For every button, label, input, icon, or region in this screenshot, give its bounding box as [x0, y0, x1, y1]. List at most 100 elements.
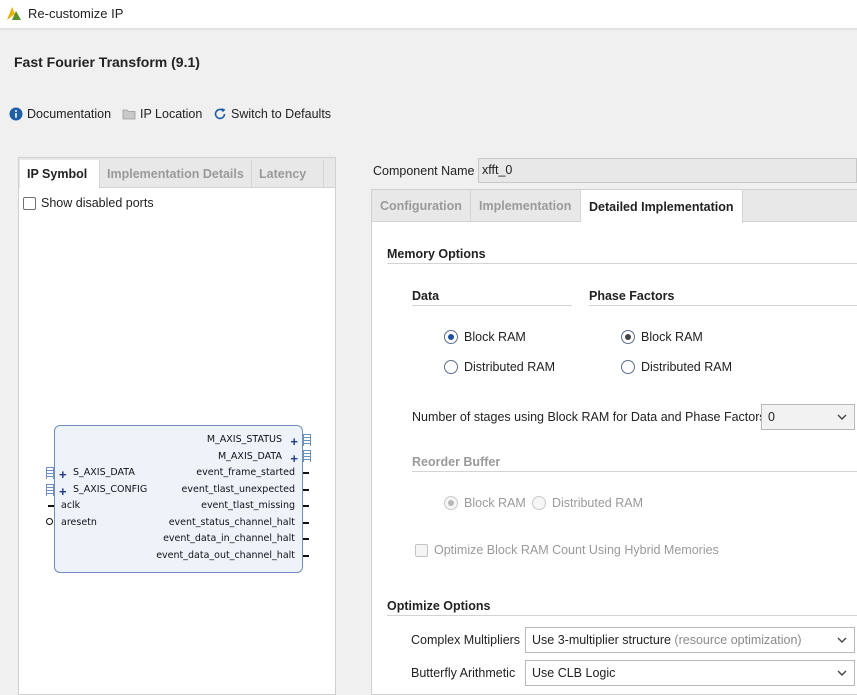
tab-implementation[interactable]: Implementation: [471, 190, 581, 222]
documentation-button[interactable]: Documentation: [9, 105, 111, 123]
ip-heading: Fast Fourier Transform (9.1): [14, 54, 200, 70]
radio-label: Block RAM: [464, 330, 526, 344]
ip-symbol-block: M_AXIS_STATUS + M_AXIS_DATA + event_fram…: [54, 425, 303, 573]
port-event-data-out-channel-halt: event_data_out_channel_halt: [156, 550, 295, 561]
switch-defaults-label: Switch to Defaults: [231, 107, 332, 121]
radio-label: Distributed RAM: [464, 360, 555, 374]
ip-location-button[interactable]: IP Location: [122, 105, 202, 123]
window-title: Re-customize IP: [28, 6, 124, 21]
bus-pin-icon: [46, 484, 54, 496]
active-low-bubble-icon: [46, 518, 53, 525]
complex-multipliers-dropdown[interactable]: Use 3-multiplier structure (resource opt…: [525, 627, 855, 653]
show-disabled-ports-label: Show disabled ports: [41, 196, 154, 210]
butterfly-arithmetic-value: Use CLB Logic: [532, 666, 616, 680]
complex-multipliers-hint: (resource optimization): [674, 633, 802, 647]
port-event-frame-started: event_frame_started: [196, 467, 295, 478]
reorder-block-ram-radio[interactable]: Block RAM: [444, 496, 526, 510]
radio-button[interactable]: [621, 330, 635, 344]
section-divider: [387, 615, 857, 616]
port-aclk: aclk: [61, 500, 81, 511]
radio-label: Block RAM: [464, 496, 526, 510]
bus-pin-icon: [46, 467, 54, 479]
port-m-axis-status: M_AXIS_STATUS: [206, 434, 282, 445]
radio-button[interactable]: [444, 496, 458, 510]
data-block-ram-radio[interactable]: Block RAM: [444, 330, 526, 344]
show-disabled-ports-checkbox[interactable]: [23, 196, 36, 210]
pin-line: [303, 505, 309, 507]
section-divider: [589, 305, 857, 306]
chevron-down-icon: [837, 414, 847, 420]
tab-detailed-implementation[interactable]: Detailed Implementation: [581, 190, 743, 223]
radio-label: Distributed RAM: [641, 360, 732, 374]
switch-defaults-button[interactable]: Switch to Defaults: [213, 105, 331, 123]
title-bar: [0, 0, 857, 28]
radio-label: Block RAM: [641, 330, 703, 344]
reorder-distributed-ram-radio[interactable]: Distributed RAM: [532, 496, 643, 510]
radio-label: Distributed RAM: [552, 496, 643, 510]
phase-distributed-ram-radio[interactable]: Distributed RAM: [621, 360, 732, 374]
reorder-buffer-title: Reorder Buffer: [412, 455, 501, 469]
data-distributed-ram-radio[interactable]: Distributed RAM: [444, 360, 555, 374]
expand-plus-icon[interactable]: +: [59, 485, 67, 498]
pin-line: [48, 505, 54, 507]
butterfly-arithmetic-dropdown[interactable]: Use CLB Logic: [525, 660, 855, 686]
pin-line: [303, 522, 309, 524]
configuration-panel: [371, 189, 857, 695]
refresh-icon: [214, 108, 226, 120]
tab-latency[interactable]: Latency: [252, 160, 324, 188]
tab-configuration[interactable]: Configuration: [372, 190, 471, 222]
bus-pin-icon: [303, 450, 311, 462]
phase-factors-title: Phase Factors: [589, 289, 675, 303]
butterfly-arithmetic-label: Butterfly Arithmetic: [411, 666, 516, 680]
hybrid-memories-checkbox[interactable]: [415, 543, 428, 557]
pin-line: [303, 489, 309, 491]
expand-plus-icon[interactable]: +: [290, 452, 298, 465]
optimize-options-title: Optimize Options: [387, 599, 491, 613]
radio-button[interactable]: [532, 496, 546, 510]
section-divider: [412, 305, 572, 306]
component-name-label: Component Name: [373, 164, 475, 178]
show-disabled-ports-row[interactable]: Show disabled ports: [23, 196, 154, 210]
port-s-axis-config: S_AXIS_CONFIG: [73, 484, 148, 495]
chevron-down-icon: [837, 637, 847, 643]
stages-label: Number of stages using Block RAM for Dat…: [412, 410, 766, 424]
title-divider: [0, 28, 857, 30]
radio-button[interactable]: [444, 330, 458, 344]
pin-line: [303, 538, 309, 540]
tab-implementation-details[interactable]: Implementation Details: [100, 160, 252, 188]
chevron-down-icon: [837, 670, 847, 676]
complex-multipliers-value-row: Use 3-multiplier structure (resource opt…: [532, 633, 836, 647]
port-m-axis-data: M_AXIS_DATA: [217, 451, 282, 462]
phase-block-ram-radio[interactable]: Block RAM: [621, 330, 703, 344]
tab-ip-symbol[interactable]: IP Symbol: [20, 160, 100, 188]
port-event-data-in-channel-halt: event_data_in_channel_halt: [163, 533, 295, 544]
port-event-status-channel-halt: event_status_channel_halt: [168, 517, 295, 528]
folder-icon: [122, 109, 136, 120]
memory-options-title: Memory Options: [387, 247, 486, 261]
complex-multipliers-value: Use 3-multiplier structure: [532, 633, 671, 647]
section-divider: [412, 471, 857, 472]
vivado-logo-icon: [7, 7, 21, 20]
section-divider: [387, 263, 857, 264]
port-s-axis-data: S_AXIS_DATA: [73, 467, 135, 478]
hybrid-memories-row[interactable]: Optimize Block RAM Count Using Hybrid Me…: [415, 543, 719, 557]
stages-dropdown[interactable]: 0: [761, 404, 855, 430]
component-name-field[interactable]: xfft_0: [478, 158, 857, 183]
pin-line: [303, 555, 309, 557]
radio-button[interactable]: [444, 360, 458, 374]
stages-value: 0: [768, 410, 775, 424]
ip-location-label: IP Location: [140, 107, 203, 121]
pin-line: [303, 472, 309, 474]
radio-button[interactable]: [621, 360, 635, 374]
data-title: Data: [412, 289, 440, 303]
hybrid-memories-label: Optimize Block RAM Count Using Hybrid Me…: [434, 543, 719, 557]
expand-plus-icon[interactable]: +: [59, 468, 67, 481]
bus-pin-icon: [303, 434, 311, 446]
complex-multipliers-label: Complex Multipliers: [411, 633, 521, 647]
port-event-tlast-missing: event_tlast_missing: [201, 500, 295, 511]
port-event-tlast-unexpected: event_tlast_unexpected: [181, 484, 295, 495]
expand-plus-icon[interactable]: +: [290, 435, 298, 448]
documentation-label: Documentation: [27, 107, 112, 121]
port-aresetn: aresetn: [61, 517, 97, 528]
info-icon: [9, 107, 23, 121]
